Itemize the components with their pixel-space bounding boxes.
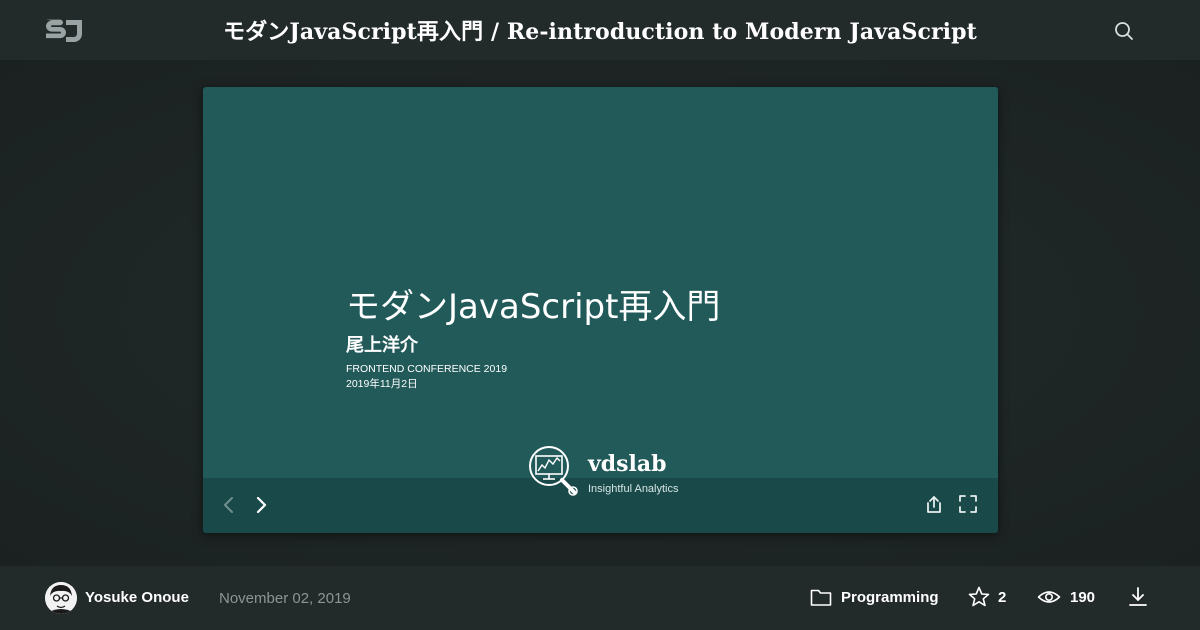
bottom-footer: Yosuke Onoue November 02, 2019 Programmi… <box>0 566 1200 630</box>
avatar-face-icon <box>45 582 77 614</box>
folder-icon[interactable] <box>809 585 833 609</box>
search-icon[interactable] <box>1112 19 1136 43</box>
slide-event: FRONTEND CONFERENCE 2019 <box>346 363 508 375</box>
download-icon[interactable] <box>1126 585 1150 609</box>
slide-viewer[interactable]: モダンJavaScript再入門 尾上洋介 FRONTEND CONFERENC… <box>203 87 998 533</box>
slide-brand: vdslab Insightful Analytics <box>528 445 698 501</box>
magnifier-chart-logo-icon <box>529 446 578 496</box>
view-count: 190 <box>1070 589 1096 606</box>
star-icon[interactable] <box>967 585 991 609</box>
published-date: November 02, 2019 <box>219 590 351 607</box>
page-title: モダンJavaScript再入門 / Re-introduction to Mo… <box>223 19 977 45</box>
star-count: 2 <box>998 589 1007 606</box>
chevron-left-icon[interactable] <box>217 493 241 517</box>
author-name-link[interactable]: Yosuke Onoue <box>85 589 189 606</box>
fullscreen-icon[interactable] <box>956 492 980 516</box>
avatar[interactable] <box>45 582 77 614</box>
slide-author: 尾上洋介 <box>346 335 418 356</box>
brand-name: vdslab <box>588 451 667 477</box>
top-header: モダンJavaScript再入門 / Re-introduction to Mo… <box>0 0 1200 60</box>
eye-icon <box>1037 591 1061 603</box>
brand-tagline: Insightful Analytics <box>588 483 679 495</box>
chevron-right-icon[interactable] <box>249 493 273 517</box>
share-icon[interactable] <box>922 492 946 516</box>
category-link[interactable]: Programming <box>841 589 939 606</box>
slide-date: 2019年11月2日 <box>346 378 418 390</box>
slide-title: モダンJavaScript再入門 <box>346 287 721 327</box>
